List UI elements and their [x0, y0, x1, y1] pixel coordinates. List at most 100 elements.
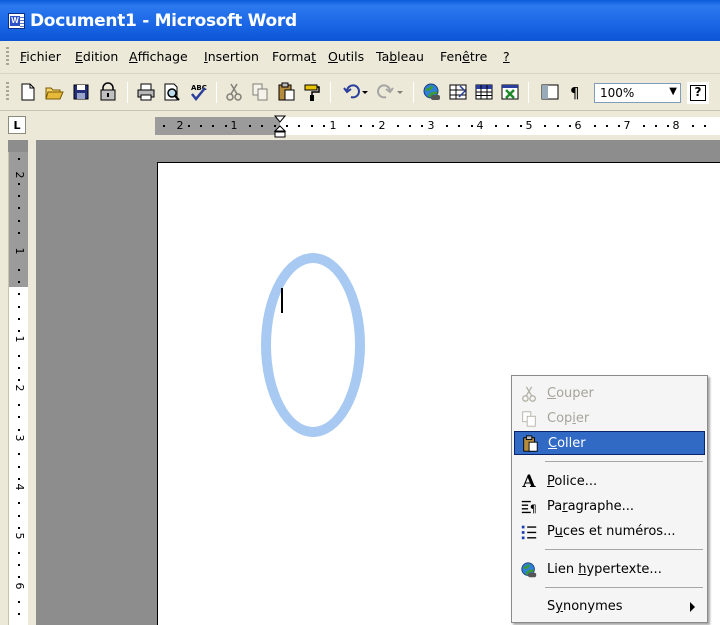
ruler-tick — [18, 194, 20, 197]
insert-table-icon[interactable] — [472, 80, 496, 104]
svg-text:¶: ¶ — [530, 502, 537, 515]
ruler-label: 6 — [574, 119, 582, 132]
ruler-tick — [18, 576, 20, 579]
document-map-icon[interactable] — [538, 80, 562, 104]
hyperlink-globe-icon — [519, 560, 539, 580]
menu-help[interactable]: ? — [503, 49, 510, 64]
ruler-tick — [372, 125, 375, 127]
ruler-tick — [18, 502, 20, 505]
context-menu: Couper Copier Coller A Police... ¶ Parag… — [511, 375, 708, 623]
text-cursor — [281, 288, 283, 313]
context-menu-coller[interactable]: Coller — [514, 431, 705, 455]
ruler-tick — [618, 125, 621, 127]
print-icon[interactable] — [134, 80, 158, 104]
menu-fenetre[interactable]: Fenêtre — [440, 49, 487, 64]
ruler-label: 5 — [13, 532, 26, 540]
format-painter-icon[interactable] — [300, 80, 324, 104]
tables-borders-icon[interactable] — [446, 80, 470, 104]
ruler-label: 5 — [525, 119, 533, 132]
permission-icon[interactable] — [96, 80, 120, 104]
ruler-tick — [18, 453, 20, 456]
ruler-label: 2 — [13, 171, 26, 179]
ruler-tick — [642, 125, 645, 127]
ruler-tick — [18, 330, 20, 333]
show-hide-icon[interactable]: ¶ — [564, 80, 588, 104]
ruler-label: 2 — [13, 384, 26, 392]
word-icon[interactable]: W — [8, 13, 25, 29]
paste-icon[interactable] — [274, 80, 298, 104]
ruler-tick — [704, 125, 707, 127]
ruler-tick — [18, 465, 20, 468]
ruler-label: 1 — [230, 119, 238, 132]
spelling-icon[interactable]: ABC — [186, 80, 210, 104]
help-button[interactable]: ? — [687, 82, 709, 104]
menubar-grip[interactable] — [6, 47, 9, 66]
vertical-ruler-frame — [28, 140, 36, 625]
horizontal-ruler[interactable]: 2 1 1 2 3 4 5 6 7 8 — [155, 115, 720, 138]
zoom-dropdown[interactable]: 100% ▼ — [594, 83, 681, 103]
ruler-tick — [507, 125, 510, 127]
print-preview-icon[interactable] — [160, 80, 184, 104]
vertical-ruler[interactable]: 2 1 1 2 3 4 5 6 — [8, 152, 29, 625]
save-icon[interactable] — [69, 80, 93, 104]
context-menu-couper[interactable]: Couper — [514, 382, 705, 406]
menu-bar: Fichier Edition Affichage Insertion Form… — [0, 41, 720, 74]
ruler-tick — [18, 527, 20, 529]
context-menu-puces[interactable]: Puces et numéros... — [514, 520, 705, 544]
tab-selector[interactable]: L — [8, 116, 26, 134]
ruler-tick — [18, 293, 20, 296]
ruler-tick — [421, 125, 424, 127]
hyperlink-icon[interactable] — [420, 80, 444, 104]
ruler-label: 6 — [13, 582, 26, 590]
context-menu-paragraphe[interactable]: ¶ Paragraphe... — [514, 495, 705, 519]
ruler-label: 4 — [13, 483, 26, 491]
menu-separator — [545, 549, 703, 550]
ruler-label: 3 — [427, 119, 435, 132]
context-menu-lien-hypertexte[interactable]: Lien hypertexte... — [514, 558, 705, 582]
ruler-tick — [519, 125, 522, 127]
ruler-tick — [495, 125, 498, 127]
insert-excel-icon[interactable] — [498, 80, 522, 104]
title-bar: W Document1 - Microsoft Word — [0, 0, 720, 41]
ruler-tick — [544, 125, 547, 127]
context-menu-synonymes[interactable]: Synonymes — [514, 595, 705, 619]
ruler-tick — [18, 514, 20, 517]
ruler-tick — [18, 317, 20, 320]
menu-tableau[interactable]: Tableau — [376, 49, 424, 64]
open-folder-icon[interactable] — [42, 80, 66, 104]
menu-fichier[interactable]: Fichier — [20, 49, 61, 64]
chevron-down-icon[interactable]: ▼ — [669, 86, 677, 97]
menu-format[interactable]: Format — [272, 49, 316, 64]
indent-marker[interactable] — [274, 115, 286, 139]
ruler-tick — [310, 125, 313, 127]
ruler-label: 2 — [378, 119, 386, 132]
context-menu-copier[interactable]: Copier — [514, 407, 705, 431]
ruler-tick — [691, 125, 694, 127]
menu-edition[interactable]: Edition — [75, 49, 118, 64]
cut-icon[interactable] — [222, 80, 246, 104]
redo-icon[interactable] — [375, 80, 407, 104]
ruler-tick — [187, 125, 190, 127]
ruler-tick — [18, 219, 20, 222]
ruler-tick — [556, 125, 559, 127]
bullets-numbering-icon — [519, 522, 539, 542]
ruler-tick — [409, 125, 411, 127]
ruler-tick — [18, 182, 20, 185]
ruler-label: 2 — [176, 119, 184, 132]
undo-icon[interactable] — [340, 80, 372, 104]
ruler-tick — [593, 125, 596, 127]
new-document-icon[interactable] — [16, 80, 40, 104]
paragraph-icon: ¶ — [519, 497, 539, 517]
copy-icon — [519, 409, 539, 429]
copy-icon[interactable] — [248, 80, 272, 104]
toolbar-grip[interactable] — [6, 82, 9, 102]
ruler-tick — [199, 125, 202, 127]
ruler-tick — [18, 416, 20, 419]
scissors-icon — [519, 384, 539, 404]
menu-insertion[interactable]: Insertion — [204, 49, 259, 64]
context-menu-police[interactable]: A Police... — [514, 470, 705, 494]
ruler-tick — [18, 231, 20, 234]
menu-affichage[interactable]: Affichage — [129, 49, 188, 64]
menu-outils[interactable]: Outils — [328, 49, 364, 64]
ruler-tick — [18, 367, 20, 370]
